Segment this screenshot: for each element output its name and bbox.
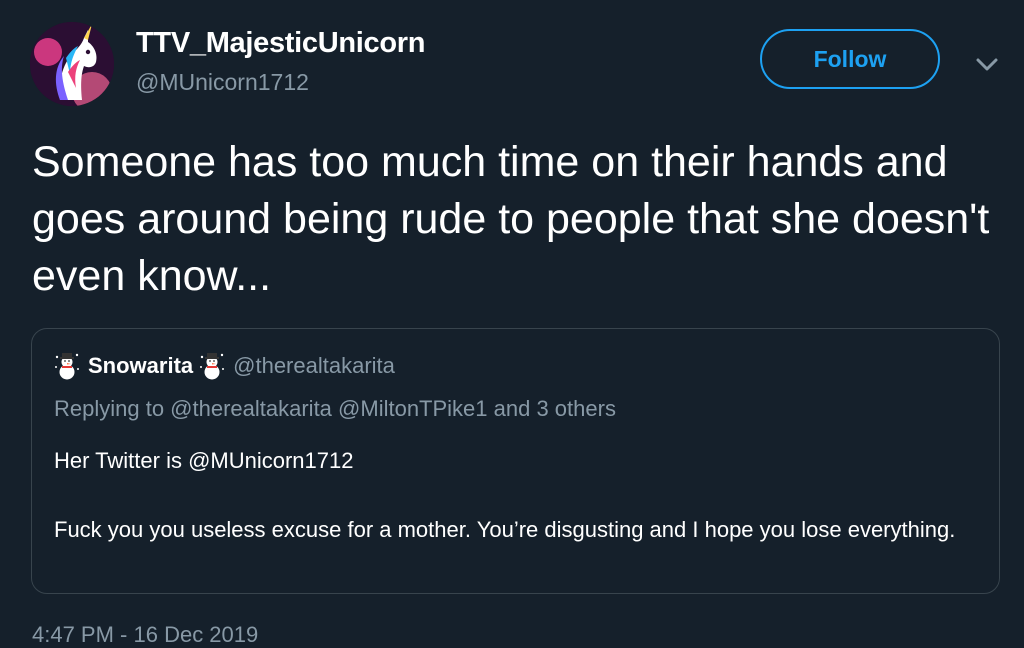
tweet-text: Someone has too much time on their hands…	[32, 138, 990, 300]
quoted-handle: @therealtakarita	[233, 353, 395, 378]
quoted-text-line1: Her Twitter is @MUnicorn1712	[54, 448, 354, 473]
quoted-tweet[interactable]: Snowarita @therealtakarita Replying to @…	[31, 328, 1000, 594]
author-handle[interactable]: @MUnicorn1712	[136, 69, 309, 96]
tweet-card: TTV_MajesticUnicorn @MUnicorn1712 Follow…	[0, 0, 1024, 648]
tweet-timestamp[interactable]: 4:47 PM - 16 Dec 2019	[32, 622, 258, 648]
snowman-icon	[55, 353, 79, 380]
author-display-name[interactable]: TTV_MajesticUnicorn	[136, 27, 426, 60]
author-avatar[interactable]	[30, 22, 114, 106]
quoted-text-line2: Fuck you you useless excuse for a mother…	[54, 517, 956, 542]
quoted-display-name: Snowarita	[88, 353, 194, 378]
unicorn-avatar-icon	[30, 22, 114, 106]
snowman-icon	[200, 353, 225, 380]
chevron-down-icon[interactable]	[972, 52, 1002, 76]
follow-button[interactable]: Follow	[760, 29, 940, 89]
replying-to: Replying to @therealtakarita @MiltonTPik…	[54, 396, 616, 421]
quoted-tweet-header: Snowarita @therealtakarita	[54, 351, 395, 381]
